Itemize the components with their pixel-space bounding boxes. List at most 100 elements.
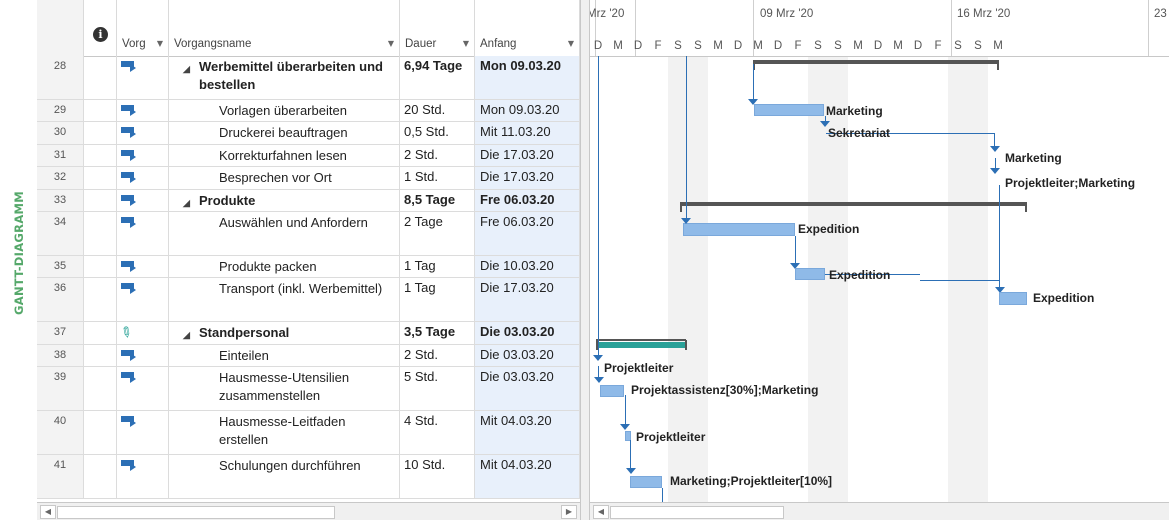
duration-cell[interactable]: 2 Tage: [400, 212, 475, 255]
row-id[interactable]: 41: [37, 455, 84, 498]
header-mode[interactable]: Vorg ▼: [117, 0, 169, 56]
indicator-cell[interactable]: [84, 455, 117, 498]
gantt-horizontal-scrollbar[interactable]: ◀: [590, 502, 1169, 520]
task-name-cell[interactable]: Schulungen durchführen: [169, 455, 400, 498]
view-label[interactable]: GANTT-DIAGRAMM: [12, 191, 26, 315]
duration-cell[interactable]: 1 Std.: [400, 167, 475, 189]
summary-bar[interactable]: [753, 60, 999, 64]
task-bar[interactable]: [999, 292, 1027, 305]
row-id[interactable]: 34: [37, 212, 84, 255]
duration-cell[interactable]: 5 Std.: [400, 367, 475, 410]
view-bar[interactable]: GANTT-DIAGRAMM: [0, 0, 37, 502]
start-cell[interactable]: Die 10.03.20: [475, 256, 580, 277]
table-row[interactable]: 29 Vorlagen überarbeiten 20 Std. Mon 09.03.…: [37, 100, 580, 122]
indicator-cell[interactable]: [84, 256, 117, 277]
mode-cell[interactable]: ✎: [117, 322, 169, 344]
collapse-triangle-icon[interactable]: ◢: [183, 60, 190, 78]
start-cell[interactable]: Die 17.03.20: [475, 167, 580, 189]
collapse-triangle-icon[interactable]: ◢: [183, 326, 190, 344]
mode-cell[interactable]: [117, 122, 169, 144]
row-id[interactable]: 39: [37, 367, 84, 410]
task-name-cell[interactable]: Besprechen vor Ort: [169, 167, 400, 189]
task-bar[interactable]: [630, 476, 662, 488]
scroll-left-icon[interactable]: ◀: [593, 505, 609, 519]
indicator-cell[interactable]: [84, 56, 117, 99]
table-row[interactable]: 34 Auswählen und Anfordern 2 Tage Fre 06.03…: [37, 212, 580, 256]
duration-cell[interactable]: 20 Std.: [400, 100, 475, 121]
chevron-down-icon[interactable]: ▼: [568, 39, 574, 48]
start-cell[interactable]: Mon 09.03.20: [475, 100, 580, 121]
mode-cell[interactable]: [117, 145, 169, 166]
start-cell[interactable]: Die 17.03.20: [475, 145, 580, 166]
select-all-cell[interactable]: [37, 0, 84, 56]
header-name[interactable]: Vorgangsname ▼: [169, 0, 400, 56]
indicator-cell[interactable]: [84, 145, 117, 166]
task-bar[interactable]: [600, 385, 624, 397]
row-id[interactable]: 29: [37, 100, 84, 121]
row-id[interactable]: 30: [37, 122, 84, 144]
start-cell[interactable]: Mit 04.03.20: [475, 455, 580, 498]
chevron-down-icon[interactable]: ▼: [388, 39, 394, 48]
start-cell[interactable]: Fre 06.03.20: [475, 212, 580, 255]
task-bar[interactable]: [795, 268, 825, 280]
row-id[interactable]: 36: [37, 278, 84, 321]
header-indicators[interactable]: i: [84, 0, 117, 56]
indicator-cell[interactable]: [84, 278, 117, 321]
row-id[interactable]: 35: [37, 256, 84, 277]
table-row[interactable]: 40 Hausmesse-Leitfaden erstellen 4 Std. Mit…: [37, 411, 580, 455]
indicator-cell[interactable]: [84, 122, 117, 144]
mode-cell[interactable]: [117, 256, 169, 277]
task-bar[interactable]: [754, 104, 824, 116]
mode-cell[interactable]: [117, 345, 169, 366]
row-id[interactable]: 33: [37, 190, 84, 211]
indicator-cell[interactable]: [84, 212, 117, 255]
start-cell[interactable]: Die 03.03.20: [475, 345, 580, 366]
chevron-down-icon[interactable]: ▼: [463, 39, 469, 48]
duration-cell[interactable]: 2 Std.: [400, 345, 475, 366]
scroll-right-icon[interactable]: ▶: [561, 505, 577, 519]
indicator-cell[interactable]: [84, 322, 117, 344]
start-cell[interactable]: Die 03.03.20: [475, 367, 580, 410]
task-name-cell[interactable]: ◢ Standpersonal: [169, 322, 400, 344]
duration-cell[interactable]: 8,5 Tage: [400, 190, 475, 211]
table-row[interactable]: 37 ✎ ◢ Standpersonal 3,5 Tage Die 03.03.20: [37, 322, 580, 345]
row-id[interactable]: 40: [37, 411, 84, 454]
duration-cell[interactable]: 1 Tag: [400, 256, 475, 277]
start-cell[interactable]: Fre 06.03.20: [475, 190, 580, 211]
indicator-cell[interactable]: [84, 367, 117, 410]
table-row[interactable]: 38 Einteilen 2 Std. Die 03.03.20: [37, 345, 580, 367]
mode-cell[interactable]: [117, 56, 169, 99]
mode-cell[interactable]: [117, 455, 169, 498]
task-name-cell[interactable]: ◢ Werbemittel überarbeiten und bestellen: [169, 56, 400, 99]
indicator-cell[interactable]: [84, 167, 117, 189]
table-row[interactable]: 36 Transport (inkl. Werbemittel) 1 Tag Die …: [37, 278, 580, 322]
duration-cell[interactable]: 2 Std.: [400, 145, 475, 166]
mode-cell[interactable]: [117, 190, 169, 211]
header-duration[interactable]: Dauer ▼: [400, 0, 475, 56]
summary-bar[interactable]: [596, 342, 686, 348]
duration-cell[interactable]: 0,5 Std.: [400, 122, 475, 144]
indicator-cell[interactable]: [84, 190, 117, 211]
table-row[interactable]: 41 Schulungen durchführen 10 Std. Mit 04.03…: [37, 455, 580, 499]
start-cell[interactable]: Mit 11.03.20: [475, 122, 580, 144]
duration-cell[interactable]: 6,94 Tage: [400, 56, 475, 99]
indicator-cell[interactable]: [84, 100, 117, 121]
mode-cell[interactable]: [117, 212, 169, 255]
collapse-triangle-icon[interactable]: ◢: [183, 194, 190, 211]
task-name-cell[interactable]: Transport (inkl. Werbemittel): [169, 278, 400, 321]
task-name-cell[interactable]: Vorlagen überarbeiten: [169, 100, 400, 121]
table-row[interactable]: 35 Produkte packen 1 Tag Die 10.03.20: [37, 256, 580, 278]
header-start[interactable]: Anfang ▼: [475, 0, 580, 56]
table-row[interactable]: 28 ◢ Werbemittel überarbeiten und bestelle…: [37, 56, 580, 100]
row-id[interactable]: 28: [37, 56, 84, 99]
table-row[interactable]: 33 ◢ Produkte 8,5 Tage Fre 06.03.20: [37, 190, 580, 212]
mode-cell[interactable]: [117, 367, 169, 410]
view-splitter[interactable]: [580, 0, 590, 520]
chevron-down-icon[interactable]: ▼: [157, 39, 163, 48]
task-bar[interactable]: [683, 223, 795, 236]
gantt-scroll-thumb[interactable]: [610, 506, 784, 519]
duration-cell[interactable]: 4 Std.: [400, 411, 475, 454]
duration-cell[interactable]: 10 Std.: [400, 455, 475, 498]
task-name-cell[interactable]: Einteilen: [169, 345, 400, 366]
start-cell[interactable]: Die 17.03.20: [475, 278, 580, 321]
